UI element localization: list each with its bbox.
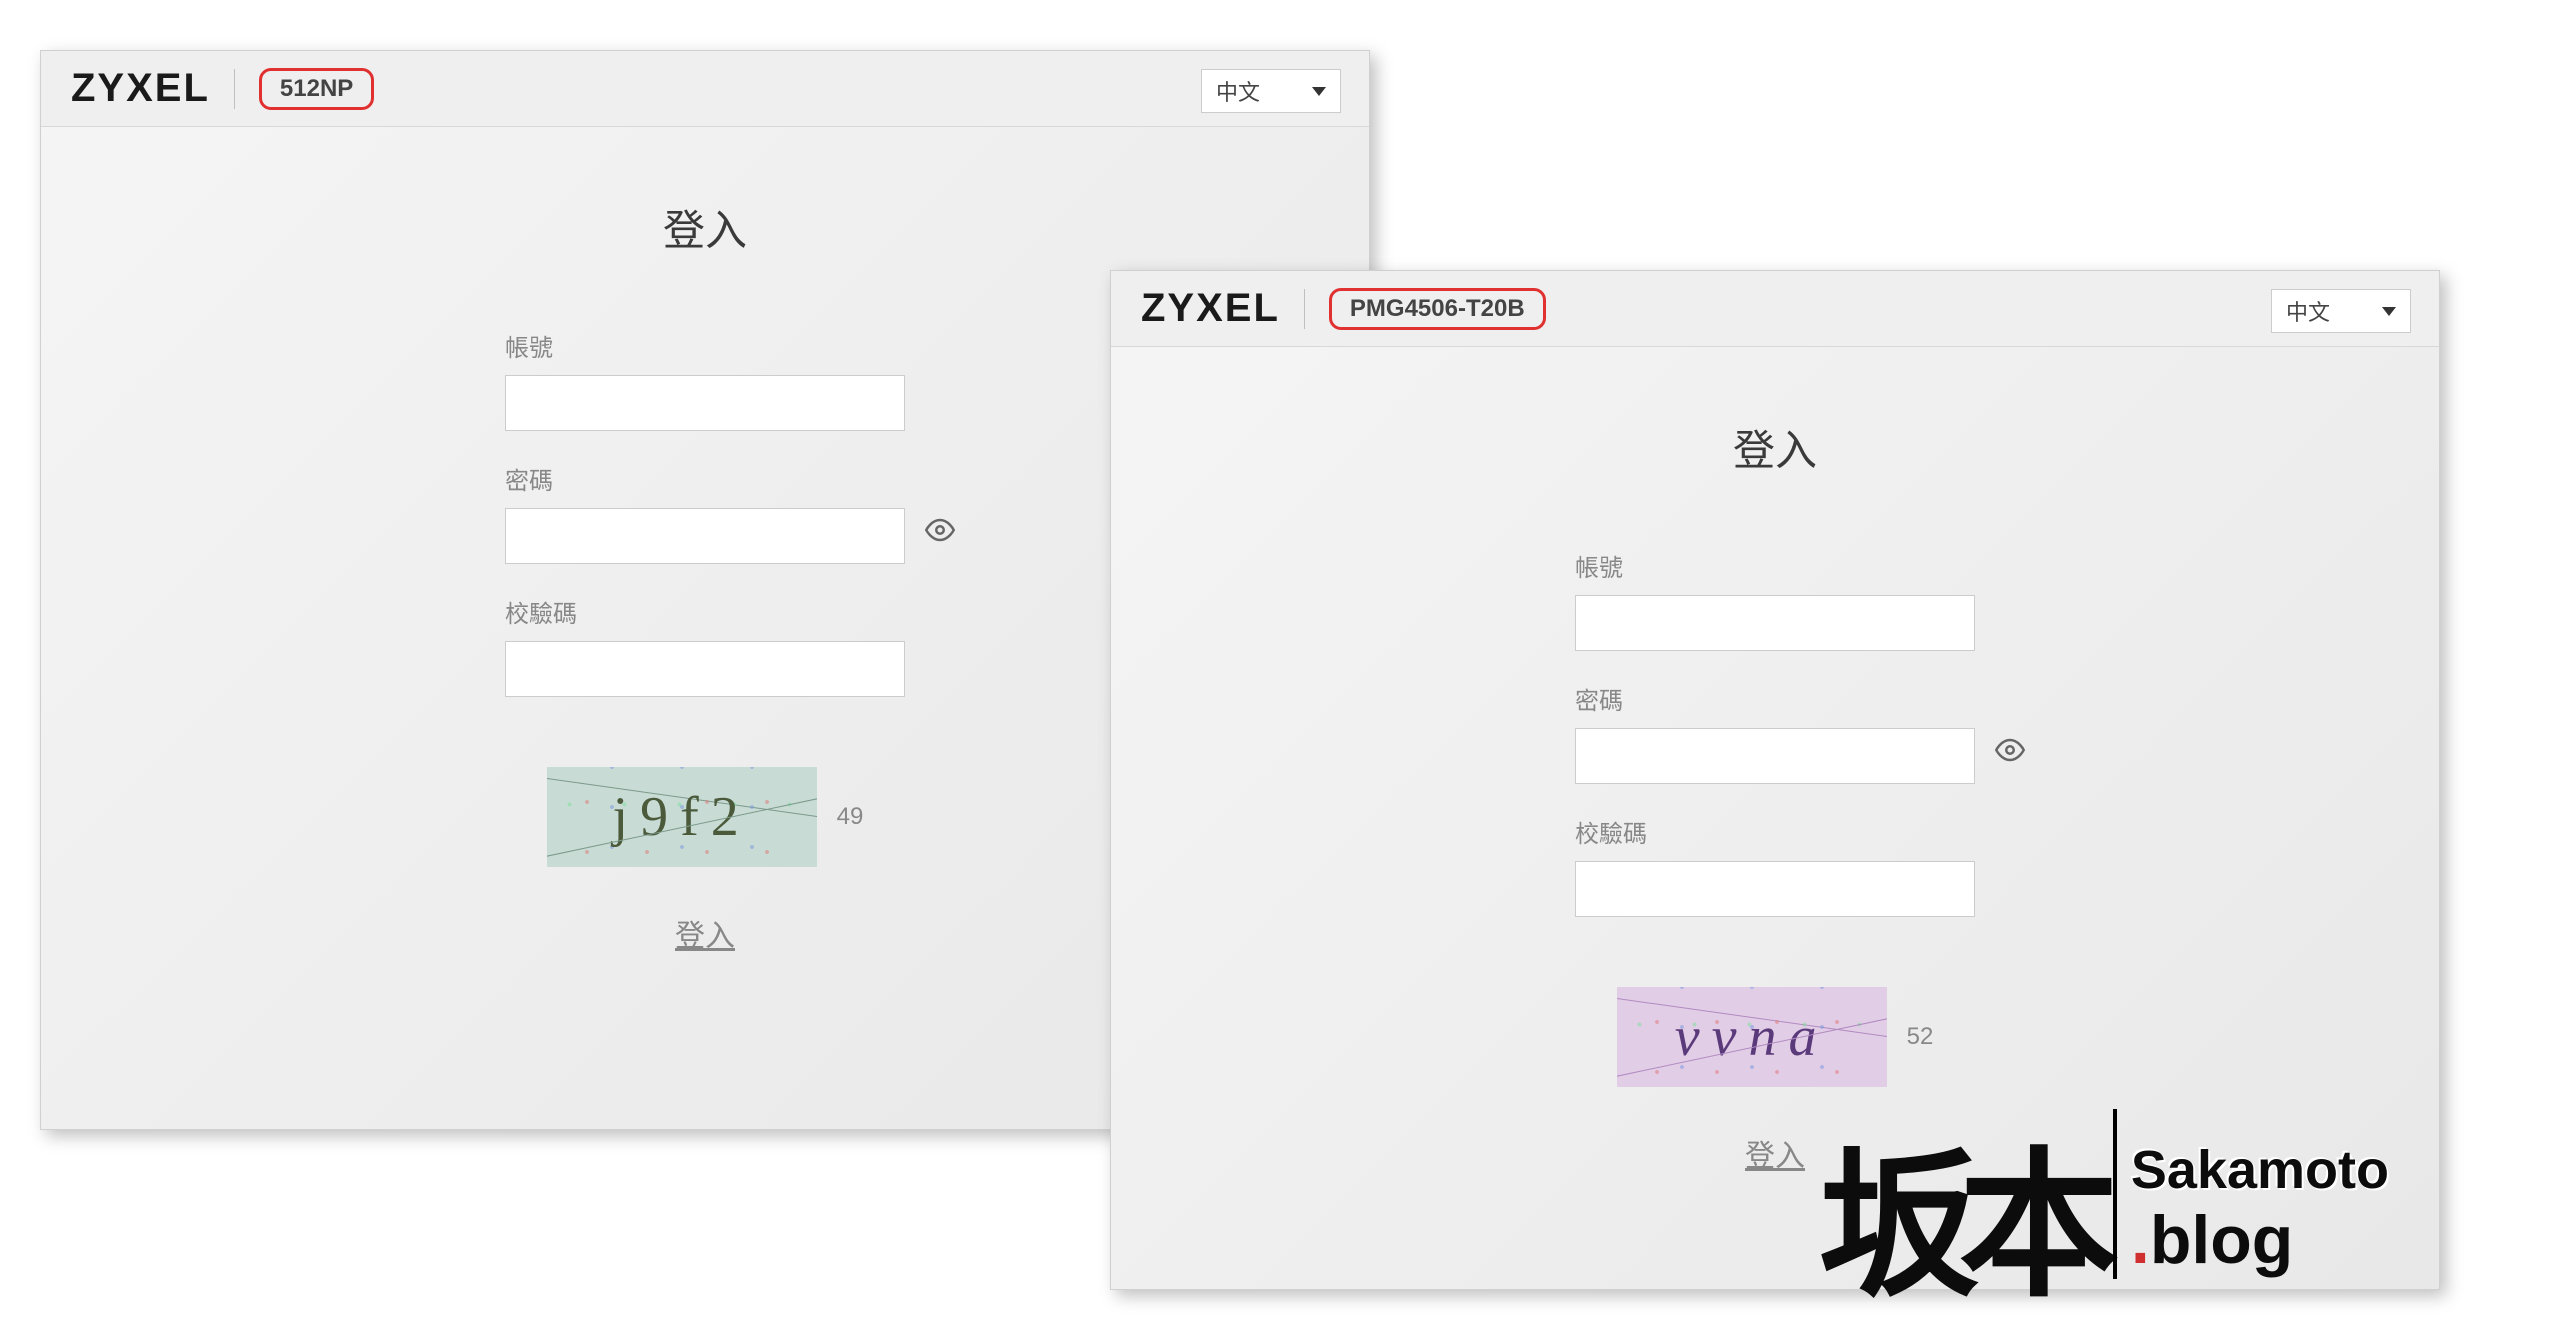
show-password-icon[interactable] bbox=[925, 515, 955, 550]
zyxel-logo: ZYXEL bbox=[71, 66, 210, 111]
captcha-label: 校驗碼 bbox=[505, 594, 905, 629]
captcha-timer: 52 bbox=[1907, 1023, 1934, 1051]
login-button[interactable]: 登入 bbox=[1745, 1131, 1805, 1175]
language-selected-text: 中文 bbox=[2286, 295, 2330, 327]
captcha-row: vvna 52 bbox=[1617, 987, 1934, 1087]
watermark: 坂本 Sakamoto .blog bbox=[1819, 1109, 2389, 1299]
account-label: 帳號 bbox=[1575, 548, 1975, 583]
account-input[interactable] bbox=[1575, 595, 1975, 651]
watermark-separator bbox=[2113, 1109, 2117, 1279]
login-window-2: ZYXEL PMG4506-T20B 中文 登入 帳號 密碼 校驗碼 bbox=[1110, 270, 2440, 1290]
password-label: 密碼 bbox=[505, 461, 905, 496]
captcha-input[interactable] bbox=[1575, 861, 1975, 917]
login-form: 登入 帳號 密碼 校驗碼 vvna 52 登入 bbox=[1111, 347, 2439, 1175]
zyxel-logo: ZYXEL bbox=[1141, 286, 1280, 331]
captcha-label: 校驗碼 bbox=[1575, 814, 1975, 849]
captcha-text: j9f2 bbox=[613, 785, 751, 849]
password-label: 密碼 bbox=[1575, 681, 1975, 716]
divider bbox=[234, 69, 235, 109]
account-input[interactable] bbox=[505, 375, 905, 431]
header: ZYXEL PMG4506-T20B 中文 bbox=[1111, 271, 2439, 347]
model-badge: PMG4506-T20B bbox=[1329, 288, 1546, 330]
watermark-line1: Sakamoto bbox=[2131, 1139, 2389, 1201]
password-input[interactable] bbox=[505, 508, 905, 564]
divider bbox=[1304, 289, 1305, 329]
watermark-line2: .blog bbox=[2131, 1201, 2389, 1279]
account-field-group: 帳號 bbox=[505, 328, 905, 431]
watermark-dot: . bbox=[2131, 1202, 2150, 1278]
captcha-input[interactable] bbox=[505, 641, 905, 697]
account-field-group: 帳號 bbox=[1575, 548, 1975, 651]
password-field-group: 密碼 bbox=[505, 461, 905, 564]
captcha-image[interactable]: j9f2 bbox=[547, 767, 817, 867]
captcha-field-group: 校驗碼 bbox=[505, 594, 905, 697]
captcha-image[interactable]: vvna bbox=[1617, 987, 1887, 1087]
watermark-text: Sakamoto .blog bbox=[2131, 1139, 2389, 1279]
login-button[interactable]: 登入 bbox=[675, 911, 735, 955]
captcha-timer: 49 bbox=[837, 803, 864, 831]
captcha-field-group: 校驗碼 bbox=[1575, 814, 1975, 917]
password-input[interactable] bbox=[1575, 728, 1975, 784]
language-select[interactable]: 中文 bbox=[1201, 69, 1341, 113]
watermark-blog: blog bbox=[2150, 1202, 2294, 1278]
login-title: 登入 bbox=[1733, 417, 1817, 478]
login-title: 登入 bbox=[663, 197, 747, 258]
captcha-row: j9f2 49 bbox=[547, 767, 864, 867]
language-selected-text: 中文 bbox=[1216, 75, 1260, 107]
chevron-down-icon bbox=[1312, 87, 1326, 96]
language-select[interactable]: 中文 bbox=[2271, 289, 2411, 333]
chevron-down-icon bbox=[2382, 307, 2396, 316]
show-password-icon[interactable] bbox=[1995, 735, 2025, 770]
captcha-text: vvna bbox=[1675, 1005, 1829, 1069]
account-label: 帳號 bbox=[505, 328, 905, 363]
model-badge: 512NP bbox=[259, 68, 374, 110]
watermark-brush: 坂本 bbox=[1819, 1155, 2099, 1299]
header: ZYXEL 512NP 中文 bbox=[41, 51, 1369, 127]
password-field-group: 密碼 bbox=[1575, 681, 1975, 784]
